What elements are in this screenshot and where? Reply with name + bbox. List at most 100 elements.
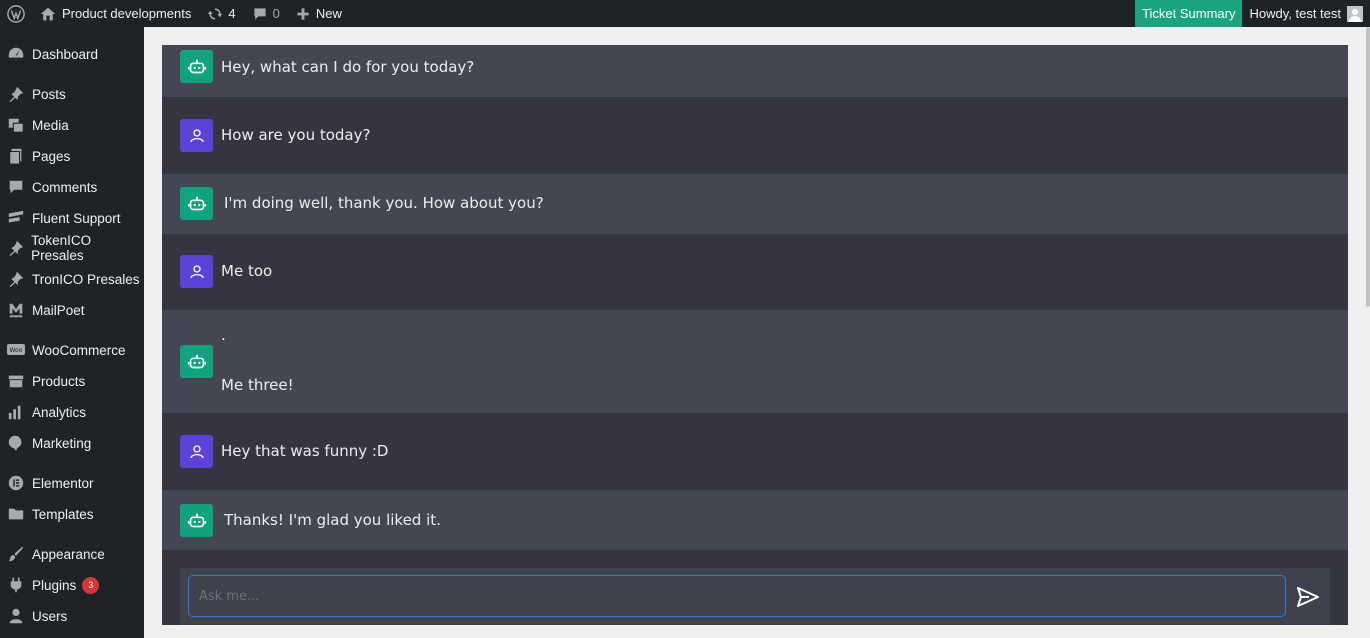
sidebar-item-label: Analytics — [32, 404, 87, 420]
wordpress-logo-button[interactable] — [0, 0, 32, 27]
chat-input-bar — [180, 568, 1330, 625]
user-avatar — [180, 119, 213, 152]
sidebar-item-label: Comments — [32, 179, 98, 195]
admin-bar: Product developments 4 0 New Ticket Summ… — [0, 0, 1370, 27]
plus-icon — [297, 7, 309, 20]
user-icon — [189, 128, 204, 142]
sidebar-item-users[interactable]: Users — [0, 601, 144, 631]
sidebar-item-tokenico-presales[interactable]: TokenICO Presales — [0, 233, 144, 263]
message-text: Thanks! I'm glad you liked it. — [224, 511, 441, 529]
sidebar-item-fluent-support[interactable]: Fluent Support — [0, 203, 144, 233]
plugin-icon — [10, 577, 22, 593]
sidebar-item-comments[interactable]: Comments — [0, 172, 144, 202]
sidebar-item-label: TronICO Presales — [32, 271, 140, 287]
user-icon — [189, 444, 204, 458]
howdy-text: Howdy, test test — [1249, 6, 1341, 21]
chat-message-user: Me too — [162, 234, 1348, 310]
sidebar-item-label: Posts — [32, 86, 66, 102]
sidebar-item-marketing[interactable]: Marketing — [0, 428, 144, 458]
plugins-update-badge: 3 — [82, 576, 100, 594]
send-icon — [1297, 587, 1319, 607]
sidebar-item-label: Users — [32, 608, 68, 624]
sidebar-item-appearance[interactable]: Appearance — [0, 539, 144, 569]
chat-message-user: Hey that was funny :D — [162, 413, 1348, 490]
archive-icon — [8, 375, 24, 388]
bot-avatar — [180, 504, 213, 537]
chat-message-user: How are you today? — [162, 97, 1348, 174]
admin-sidebar: Dashboard Posts Media Pages Comments Flu… — [0, 27, 144, 638]
robot-icon — [187, 59, 206, 73]
user-icon — [9, 608, 23, 624]
message-text: . — [221, 326, 226, 344]
chat-message-bot: Thanks! I'm glad you liked it. — [162, 490, 1348, 550]
ticket-summary-link[interactable]: Ticket Summary — [1135, 0, 1243, 27]
comments-count: 0 — [272, 6, 280, 21]
sidebar-item-products[interactable]: Products — [0, 366, 144, 396]
account-menu[interactable]: Howdy, test test — [1242, 0, 1370, 27]
sidebar-item-mailpoet[interactable]: MailPoet — [0, 295, 144, 325]
chat-input[interactable] — [188, 575, 1286, 617]
sidebar-item-elementor[interactable]: Elementor — [0, 468, 144, 498]
robot-icon — [187, 354, 206, 368]
comment-icon — [9, 180, 23, 194]
sidebar-item-label: Media — [32, 117, 69, 133]
brush-icon — [8, 546, 24, 562]
sidebar-item-analytics[interactable]: Analytics — [0, 397, 144, 427]
elementor-icon — [8, 475, 24, 491]
updates-icon — [208, 7, 223, 20]
site-name-link[interactable]: Product developments — [32, 0, 199, 27]
user-avatar — [180, 255, 213, 288]
dashboard-icon — [8, 47, 24, 58]
chat-message-bot: Hey, what can I do for you today? — [162, 45, 1348, 97]
folder-icon — [8, 508, 24, 520]
bot-avatar — [180, 345, 213, 378]
sidebar-item-label: Templates — [32, 506, 94, 522]
sidebar-item-label: Plugins — [32, 577, 77, 593]
comments-link[interactable]: 0 — [244, 0, 288, 27]
message-text: I'm doing well, thank you. How about you… — [224, 194, 544, 212]
sidebar-item-dashboard[interactable]: Dashboard — [0, 39, 144, 69]
message-text: Hey, what can I do for you today? — [221, 58, 475, 76]
new-label: New — [315, 6, 342, 21]
chat-panel: Hey, what can I do for you today? How ar… — [162, 45, 1348, 625]
avatar — [1347, 5, 1363, 22]
sidebar-item-pages[interactable]: Pages — [0, 141, 144, 171]
home-icon — [40, 7, 56, 20]
sidebar-item-plugins[interactable]: Plugins 3 — [0, 570, 144, 600]
sidebar-item-woocommerce[interactable]: Woo WooCommerce — [0, 335, 144, 365]
pin-icon — [9, 86, 24, 103]
sidebar-item-label: Elementor — [32, 475, 94, 491]
send-button[interactable] — [1296, 585, 1320, 609]
sidebar-item-media[interactable]: Media — [0, 110, 144, 140]
site-name: Product developments — [62, 6, 192, 21]
fluent-icon — [8, 210, 24, 223]
sidebar-item-posts[interactable]: Posts — [0, 79, 144, 109]
sidebar-item-label: TokenICO Presales — [31, 233, 92, 263]
media-icon — [8, 118, 24, 133]
woo-icon: Woo — [7, 344, 25, 355]
sidebar-item-label: Marketing — [32, 435, 92, 451]
megaphone-icon — [8, 435, 22, 452]
user-icon — [189, 264, 204, 278]
message-text: Me too — [221, 262, 273, 280]
sidebar-item-label: MailPoet — [32, 302, 85, 318]
chat-message-bot: I'm doing well, thank you. How about you… — [162, 174, 1348, 234]
wordpress-icon — [7, 4, 25, 23]
message-text: Hey that was funny :D — [221, 442, 389, 460]
user-avatar — [180, 435, 213, 468]
sidebar-item-templates[interactable]: Templates — [0, 499, 144, 529]
new-content-link[interactable]: New — [288, 0, 350, 27]
bot-avatar — [180, 50, 213, 83]
message-text: How are you today? — [221, 126, 371, 144]
sidebar-item-label: Products — [32, 373, 86, 389]
comment-icon — [253, 7, 266, 20]
page-scrollbar[interactable] — [1366, 27, 1370, 307]
sidebar-item-tronico-presales[interactable]: TronICO Presales — [0, 264, 144, 294]
bot-avatar — [180, 187, 213, 220]
chart-icon — [8, 405, 21, 420]
pages-icon — [9, 148, 22, 165]
robot-icon — [187, 513, 206, 527]
sidebar-item-label: Pages — [32, 148, 71, 164]
message-text: Me three! — [221, 376, 294, 394]
updates-link[interactable]: 4 — [199, 0, 243, 27]
